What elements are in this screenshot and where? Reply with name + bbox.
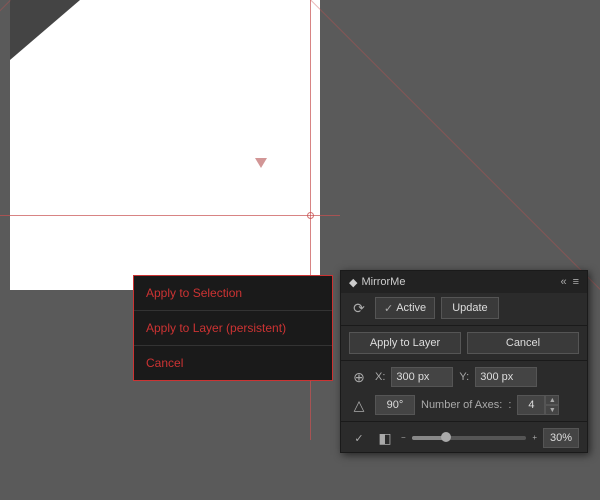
guide-diagonal-2 bbox=[310, 0, 600, 304]
angle-input[interactable] bbox=[375, 395, 415, 415]
divider-3 bbox=[341, 421, 587, 422]
context-menu: Apply to Selection Apply to Layer (persi… bbox=[133, 275, 333, 381]
divider-1 bbox=[341, 325, 587, 326]
transform-icon: ⟳ bbox=[349, 300, 369, 317]
panel-row-opacity: ✓ ◧ − + bbox=[341, 424, 587, 452]
angle-icon: △ bbox=[349, 397, 369, 414]
axes-decrement-button[interactable]: ▼ bbox=[545, 405, 559, 415]
opacity-slider-track[interactable] bbox=[412, 436, 527, 440]
center-dot bbox=[307, 212, 314, 219]
axes-increment-button[interactable]: ▲ bbox=[545, 395, 559, 405]
panel-row-coordinates: ⊕ X: Y: bbox=[341, 363, 587, 391]
active-label: Active bbox=[396, 302, 426, 314]
panel-row-apply: Apply to Layer Cancel bbox=[341, 328, 587, 358]
apply-layer-button[interactable]: Apply to Layer bbox=[349, 332, 461, 354]
panel-row-angle: △ Number of Axes: : ▲ ▼ bbox=[341, 391, 587, 419]
mirror-panel: ◆ MirrorMe « ≡ ⟳ ✓ Active Update Apply t… bbox=[340, 270, 588, 453]
opacity-input[interactable] bbox=[543, 428, 579, 448]
menu-item-apply-selection[interactable]: Apply to Selection bbox=[134, 276, 332, 311]
x-label: X: bbox=[375, 371, 385, 383]
canvas-arrow-indicator bbox=[255, 158, 267, 168]
menu-item-apply-layer-persistent[interactable]: Apply to Layer (persistent) bbox=[134, 311, 332, 346]
opacity-check-icon: ✓ bbox=[349, 432, 369, 445]
guide-horizontal bbox=[0, 215, 340, 216]
axes-spinner-buttons: ▲ ▼ bbox=[545, 395, 559, 415]
divider-2 bbox=[341, 360, 587, 361]
canvas-white bbox=[10, 0, 320, 290]
x-input[interactable] bbox=[391, 367, 453, 387]
axes-label: Number of Axes: bbox=[421, 399, 502, 411]
cancel-button[interactable]: Cancel bbox=[467, 332, 579, 354]
panel-row-active: ⟳ ✓ Active Update bbox=[341, 293, 587, 323]
axes-input[interactable] bbox=[517, 395, 545, 415]
opacity-icon: ◧ bbox=[375, 430, 395, 447]
minus-button-wrap: − bbox=[401, 434, 406, 442]
active-button[interactable]: ✓ Active bbox=[375, 297, 435, 319]
panel-collapse-button[interactable]: « bbox=[560, 276, 566, 288]
mirror-icon: ◆ bbox=[349, 276, 357, 289]
y-input[interactable] bbox=[475, 367, 537, 387]
opacity-decrease-button[interactable]: − bbox=[401, 434, 406, 442]
y-label: Y: bbox=[459, 371, 469, 383]
panel-title: ◆ MirrorMe bbox=[349, 276, 405, 289]
dark-triangle-corner bbox=[10, 0, 80, 60]
panel-titlebar: ◆ MirrorMe « ≡ bbox=[341, 271, 587, 293]
panel-controls: « ≡ bbox=[560, 276, 579, 288]
panel-menu-button[interactable]: ≡ bbox=[573, 276, 579, 288]
menu-item-cancel[interactable]: Cancel bbox=[134, 346, 332, 380]
opacity-slider-thumb[interactable] bbox=[441, 432, 451, 442]
check-icon: ✓ bbox=[384, 302, 393, 315]
panel-title-text: MirrorMe bbox=[361, 276, 405, 288]
opacity-increase-button[interactable]: + bbox=[532, 434, 537, 442]
update-button[interactable]: Update bbox=[441, 297, 498, 319]
axes-colon: : bbox=[508, 399, 511, 411]
plus-button-wrap: + bbox=[532, 434, 537, 442]
position-icon: ⊕ bbox=[349, 369, 369, 386]
axes-spinner: ▲ ▼ bbox=[517, 395, 559, 415]
